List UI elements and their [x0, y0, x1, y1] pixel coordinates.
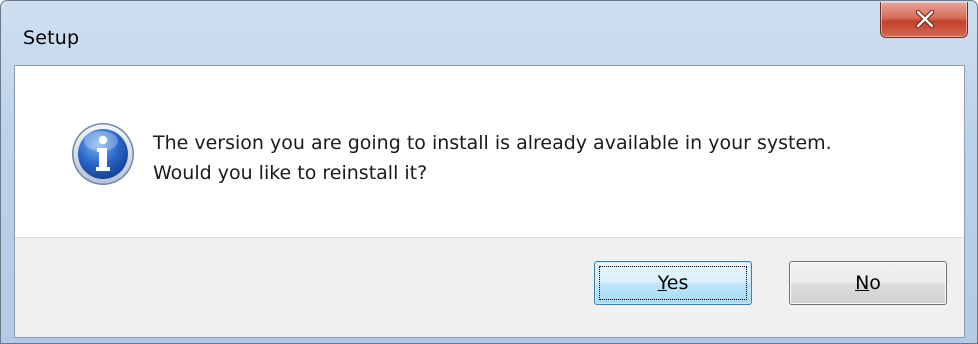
- message-text: The version you are going to install is …: [153, 128, 832, 188]
- information-icon: [72, 123, 134, 185]
- yes-button-accelerator: Y: [657, 272, 667, 294]
- window-title: Setup: [23, 27, 80, 49]
- setup-dialog-window: Setup The version you are going to insta…: [0, 0, 978, 344]
- yes-button[interactable]: Yes: [594, 261, 752, 305]
- message-line-1: The version you are going to install is …: [153, 132, 832, 154]
- close-icon: [915, 10, 935, 28]
- no-button[interactable]: No: [789, 261, 947, 305]
- no-button-accelerator: N: [855, 272, 870, 294]
- yes-button-label: es: [666, 272, 689, 294]
- message-line-2: Would you like to reinstall it?: [153, 162, 428, 184]
- no-button-label: o: [869, 272, 881, 294]
- button-strip: Yes No: [15, 237, 964, 337]
- message-panel: The version you are going to install is …: [15, 66, 964, 237]
- close-button[interactable]: [880, 2, 968, 38]
- dialog-client-area: The version you are going to install is …: [14, 65, 965, 338]
